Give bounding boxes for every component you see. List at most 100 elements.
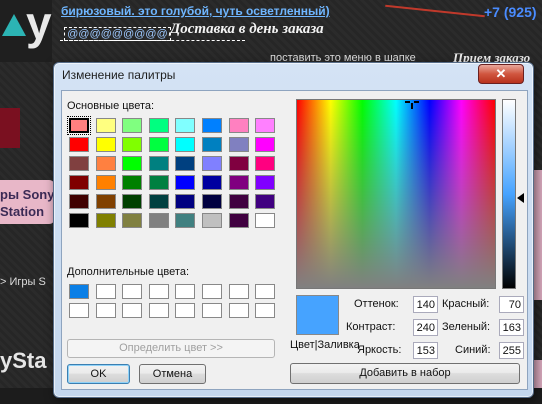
basic-color-swatch[interactable] — [148, 213, 169, 228]
ok-button[interactable]: OK — [67, 364, 130, 384]
basic-color-swatch[interactable] — [201, 156, 222, 171]
dialog-title: Изменение палитры — [62, 68, 176, 82]
brand-text: ySta — [0, 348, 47, 373]
custom-color-swatch[interactable] — [69, 284, 89, 299]
decorative-red-line — [385, 4, 485, 18]
dialog-body: Основные цвета: Дополнительные цвета: Оп… — [61, 90, 528, 390]
basic-color-swatch[interactable] — [175, 156, 196, 171]
basic-color-swatch[interactable] — [228, 194, 249, 209]
basic-color-swatch[interactable] — [69, 175, 89, 190]
basic-color-swatch[interactable] — [148, 118, 169, 133]
custom-color-swatch[interactable] — [255, 303, 276, 318]
basic-color-swatch[interactable] — [148, 156, 169, 171]
basic-color-swatch[interactable] — [175, 118, 196, 133]
basic-color-swatch[interactable] — [201, 175, 222, 190]
custom-color-swatch[interactable] — [122, 284, 143, 299]
color-spectrum[interactable] — [296, 99, 496, 289]
hue-label: Оттенок: — [354, 298, 399, 310]
blue-label: Синий: — [455, 344, 491, 356]
basic-color-swatch[interactable] — [95, 156, 116, 171]
basic-color-swatch[interactable] — [148, 194, 169, 209]
saturation-label: Контраст: — [346, 321, 396, 333]
sony-category-text[interactable]: ры Sony Station — [0, 186, 54, 220]
luminance-field[interactable]: 153 — [413, 342, 438, 359]
basic-color-swatch[interactable] — [175, 213, 196, 228]
custom-color-swatch[interactable] — [148, 284, 169, 299]
custom-color-swatch[interactable] — [69, 303, 89, 318]
basic-color-swatch[interactable] — [122, 156, 143, 171]
basic-color-swatch[interactable] — [122, 194, 143, 209]
basic-color-swatch[interactable] — [255, 137, 276, 152]
add-to-custom-colors-button[interactable]: Добавить в набор — [290, 363, 520, 384]
hue-field[interactable]: 140 — [413, 296, 438, 313]
basic-color-swatch[interactable] — [122, 175, 143, 190]
custom-color-swatch[interactable] — [122, 303, 143, 318]
basic-color-swatch[interactable] — [255, 175, 276, 190]
red-field[interactable]: 70 — [499, 296, 524, 313]
cancel-button[interactable]: Отмена — [139, 364, 206, 384]
logo-letter: y — [26, 0, 52, 49]
luminance-bar[interactable] — [502, 99, 516, 289]
green-label: Зеленый: — [442, 321, 491, 333]
basic-color-swatch[interactable] — [122, 118, 143, 133]
spectrum-crosshair-icon[interactable] — [405, 97, 419, 109]
basic-color-swatch[interactable] — [122, 213, 143, 228]
basic-color-swatch[interactable] — [95, 118, 116, 133]
basic-color-swatch[interactable] — [255, 118, 276, 133]
basic-color-swatch[interactable] — [95, 137, 116, 152]
custom-color-swatch[interactable] — [95, 303, 116, 318]
saturation-field[interactable]: 240 — [413, 319, 438, 336]
breadcrumb[interactable]: > Игры S — [0, 276, 46, 288]
basic-color-swatch[interactable] — [255, 213, 276, 228]
custom-color-swatch[interactable] — [228, 303, 249, 318]
custom-color-swatch[interactable] — [95, 284, 116, 299]
basic-color-swatch[interactable] — [69, 213, 89, 228]
basic-color-swatch[interactable] — [228, 175, 249, 190]
basic-color-swatch[interactable] — [67, 116, 91, 135]
basic-color-swatch[interactable] — [175, 137, 196, 152]
basic-color-swatch[interactable] — [201, 118, 222, 133]
basic-color-swatch[interactable] — [175, 194, 196, 209]
luminance-arrow-icon[interactable] — [517, 193, 524, 203]
basic-color-swatch[interactable] — [201, 137, 222, 152]
basic-color-swatch[interactable] — [255, 194, 276, 209]
basic-color-swatch[interactable] — [175, 175, 196, 190]
basic-color-swatch[interactable] — [69, 194, 89, 209]
red-label: Красный: — [442, 298, 490, 310]
basic-color-swatch[interactable] — [255, 156, 276, 171]
custom-color-swatch[interactable] — [201, 303, 222, 318]
custom-color-swatch[interactable] — [228, 284, 249, 299]
basic-color-swatch[interactable] — [95, 194, 116, 209]
custom-color-swatch[interactable] — [175, 303, 196, 318]
basic-color-swatch[interactable] — [148, 137, 169, 152]
email-text: @@@@@@@@@ — [64, 27, 171, 41]
color-solid-label: Цвет|Заливка — [290, 339, 360, 351]
define-custom-color-button[interactable]: Определить цвет >> — [67, 339, 275, 358]
basic-color-swatch[interactable] — [148, 175, 169, 190]
custom-colors-grid — [69, 284, 277, 318]
basic-color-swatch[interactable] — [122, 137, 143, 152]
basic-colors-label: Основные цвета: — [67, 100, 155, 112]
basic-color-swatch[interactable] — [228, 156, 249, 171]
basic-color-swatch[interactable] — [228, 137, 249, 152]
custom-color-swatch[interactable] — [255, 284, 276, 299]
basic-color-swatch[interactable] — [69, 156, 89, 171]
basic-color-swatch[interactable] — [201, 213, 222, 228]
custom-color-swatch[interactable] — [201, 284, 222, 299]
custom-color-swatch[interactable] — [175, 284, 196, 299]
close-button[interactable]: ✕ — [478, 64, 524, 84]
phone-number: +7 (925) — [484, 4, 537, 20]
basic-color-swatch[interactable] — [228, 213, 249, 228]
green-field[interactable]: 163 — [499, 319, 524, 336]
top-link-text[interactable]: бирюзовый. это голубой, чуть осветленный… — [61, 4, 330, 18]
sony-line-2: Station — [0, 204, 45, 219]
basic-color-swatch[interactable] — [95, 175, 116, 190]
selection-marquee — [60, 40, 245, 42]
basic-color-swatch[interactable] — [201, 194, 222, 209]
blue-field[interactable]: 255 — [499, 342, 524, 359]
basic-color-swatch[interactable] — [69, 137, 89, 152]
basic-color-swatch[interactable] — [228, 118, 249, 133]
basic-color-swatch[interactable] — [95, 213, 116, 228]
custom-color-swatch[interactable] — [148, 303, 169, 318]
color-preview — [296, 295, 339, 335]
